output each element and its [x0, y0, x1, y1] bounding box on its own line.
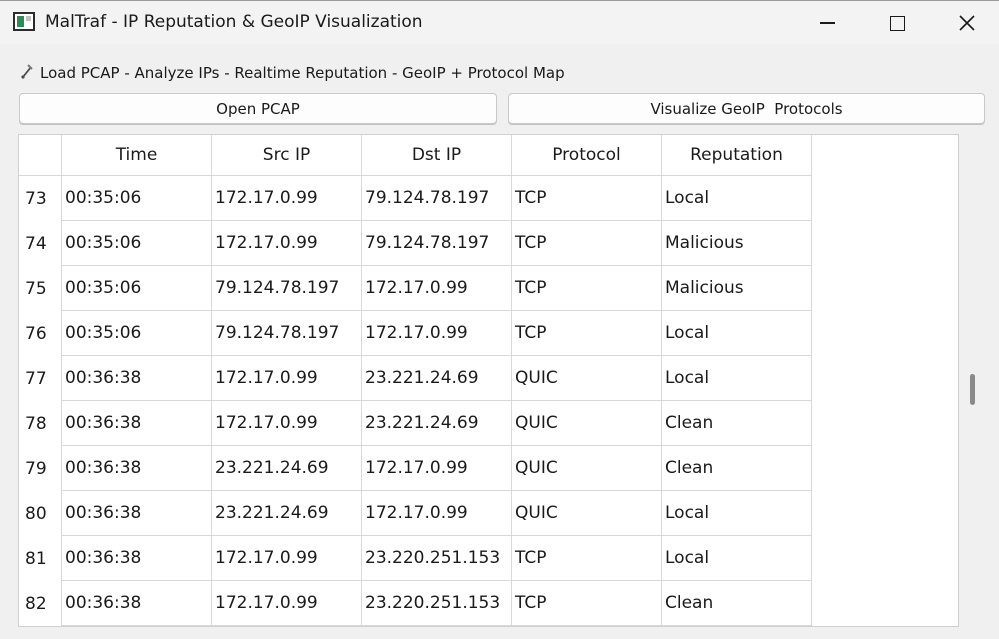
- cell-reputation[interactable]: Local: [662, 176, 812, 221]
- column-header-protocol[interactable]: Protocol: [512, 135, 662, 176]
- cell-src-ip[interactable]: 172.17.0.99: [212, 581, 362, 626]
- table-row[interactable]: 79 00:36:38 23.221.24.69 172.17.0.99 QUI…: [19, 446, 812, 491]
- maximize-icon: [889, 15, 905, 31]
- table-row[interactable]: 78 00:36:38 172.17.0.99 23.221.24.69 QUI…: [19, 401, 812, 446]
- cell-time[interactable]: 00:36:38: [62, 491, 212, 536]
- cell-protocol[interactable]: QUIC: [512, 491, 662, 536]
- cell-protocol[interactable]: QUIC: [512, 401, 662, 446]
- cell-time[interactable]: 00:35:06: [62, 311, 212, 356]
- minimize-button[interactable]: [792, 1, 862, 45]
- cell-src-ip[interactable]: 79.124.78.197: [212, 311, 362, 356]
- row-number[interactable]: 76: [19, 311, 62, 356]
- cell-dst-ip[interactable]: 172.17.0.99: [362, 491, 512, 536]
- cell-reputation[interactable]: Local: [662, 536, 812, 581]
- cell-src-ip[interactable]: 23.221.24.69: [212, 446, 362, 491]
- column-header-reputation[interactable]: Reputation: [662, 135, 812, 176]
- satellite-icon: [19, 63, 35, 83]
- cell-protocol[interactable]: TCP: [512, 221, 662, 266]
- cell-src-ip[interactable]: 79.124.78.197: [212, 266, 362, 311]
- packet-table[interactable]: Time Src IP Dst IP Protocol Reputation 7…: [18, 134, 959, 627]
- maximize-button[interactable]: [862, 1, 932, 45]
- cell-dst-ip[interactable]: 172.17.0.99: [362, 446, 512, 491]
- close-button[interactable]: [932, 1, 999, 45]
- open-pcap-button[interactable]: Open PCAP: [19, 93, 497, 124]
- subheader: Load PCAP - Analyze IPs - Realtime Reput…: [19, 62, 565, 84]
- cell-dst-ip[interactable]: 172.17.0.99: [362, 311, 512, 356]
- table-row[interactable]: 75 00:35:06 79.124.78.197 172.17.0.99 TC…: [19, 266, 812, 311]
- table-row[interactable]: 77 00:36:38 172.17.0.99 23.221.24.69 QUI…: [19, 356, 812, 401]
- cell-dst-ip[interactable]: 172.17.0.99: [362, 266, 512, 311]
- column-header-src-ip[interactable]: Src IP: [212, 135, 362, 176]
- cell-time[interactable]: 00:35:06: [62, 221, 212, 266]
- row-number[interactable]: 79: [19, 446, 62, 491]
- cell-dst-ip[interactable]: 79.124.78.197: [362, 221, 512, 266]
- row-number[interactable]: 82: [19, 581, 62, 626]
- cell-reputation[interactable]: Malicious: [662, 221, 812, 266]
- cell-dst-ip[interactable]: 23.220.251.153: [362, 581, 512, 626]
- cell-reputation[interactable]: Clean: [662, 581, 812, 626]
- cell-time[interactable]: 00:36:38: [62, 536, 212, 581]
- table-row[interactable]: 76 00:35:06 79.124.78.197 172.17.0.99 TC…: [19, 311, 812, 356]
- cell-reputation[interactable]: Local: [662, 311, 812, 356]
- app-window-icon: [13, 12, 35, 31]
- cell-protocol[interactable]: TCP: [512, 176, 662, 221]
- row-number[interactable]: 74: [19, 221, 62, 266]
- row-number[interactable]: 73: [19, 176, 62, 221]
- table-row[interactable]: 80 00:36:38 23.221.24.69 172.17.0.99 QUI…: [19, 491, 812, 536]
- cell-reputation[interactable]: Local: [662, 491, 812, 536]
- close-icon: [959, 15, 975, 31]
- cell-time[interactable]: 00:36:38: [62, 581, 212, 626]
- cell-time[interactable]: 00:35:06: [62, 266, 212, 311]
- row-number[interactable]: 75: [19, 266, 62, 311]
- minimize-icon: [819, 22, 835, 24]
- cell-protocol[interactable]: TCP: [512, 266, 662, 311]
- table-row[interactable]: 74 00:35:06 172.17.0.99 79.124.78.197 TC…: [19, 221, 812, 266]
- cell-src-ip[interactable]: 23.221.24.69: [212, 491, 362, 536]
- cell-time[interactable]: 00:36:38: [62, 356, 212, 401]
- vertical-scrollbar[interactable]: [959, 134, 985, 627]
- row-number[interactable]: 78: [19, 401, 62, 446]
- table-corner: [19, 135, 62, 176]
- cell-dst-ip[interactable]: 23.220.251.153: [362, 536, 512, 581]
- window-title: MalTraf - IP Reputation & GeoIP Visualiz…: [45, 12, 423, 32]
- scrollbar-thumb[interactable]: [970, 374, 975, 405]
- row-number[interactable]: 81: [19, 536, 62, 581]
- visualize-geoip-button[interactable]: Visualize GeoIP Protocols: [508, 93, 985, 124]
- subheader-text: Load PCAP - Analyze IPs - Realtime Reput…: [40, 64, 565, 82]
- cell-protocol[interactable]: TCP: [512, 311, 662, 356]
- cell-protocol[interactable]: TCP: [512, 536, 662, 581]
- cell-time[interactable]: 00:36:38: [62, 446, 212, 491]
- cell-reputation[interactable]: Local: [662, 356, 812, 401]
- table-row[interactable]: 82 00:36:38 172.17.0.99 23.220.251.153 T…: [19, 581, 812, 626]
- cell-src-ip[interactable]: 172.17.0.99: [212, 176, 362, 221]
- table-row[interactable]: 81 00:36:38 172.17.0.99 23.220.251.153 T…: [19, 536, 812, 581]
- cell-src-ip[interactable]: 172.17.0.99: [212, 536, 362, 581]
- column-header-dst-ip[interactable]: Dst IP: [362, 135, 512, 176]
- cell-dst-ip[interactable]: 23.221.24.69: [362, 401, 512, 446]
- cell-src-ip[interactable]: 172.17.0.99: [212, 356, 362, 401]
- cell-protocol[interactable]: QUIC: [512, 446, 662, 491]
- cell-dst-ip[interactable]: 79.124.78.197: [362, 176, 512, 221]
- row-number[interactable]: 80: [19, 491, 62, 536]
- table-row[interactable]: 73 00:35:06 172.17.0.99 79.124.78.197 TC…: [19, 176, 812, 221]
- cell-time[interactable]: 00:36:38: [62, 401, 212, 446]
- cell-src-ip[interactable]: 172.17.0.99: [212, 401, 362, 446]
- cell-reputation[interactable]: Clean: [662, 401, 812, 446]
- cell-dst-ip[interactable]: 23.221.24.69: [362, 356, 512, 401]
- cell-reputation[interactable]: Clean: [662, 446, 812, 491]
- row-number[interactable]: 77: [19, 356, 62, 401]
- cell-protocol[interactable]: QUIC: [512, 356, 662, 401]
- title-bar: MalTraf - IP Reputation & GeoIP Visualiz…: [0, 0, 999, 44]
- cell-protocol[interactable]: TCP: [512, 581, 662, 626]
- cell-src-ip[interactable]: 172.17.0.99: [212, 221, 362, 266]
- column-header-time[interactable]: Time: [62, 135, 212, 176]
- cell-reputation[interactable]: Malicious: [662, 266, 812, 311]
- cell-time[interactable]: 00:35:06: [62, 176, 212, 221]
